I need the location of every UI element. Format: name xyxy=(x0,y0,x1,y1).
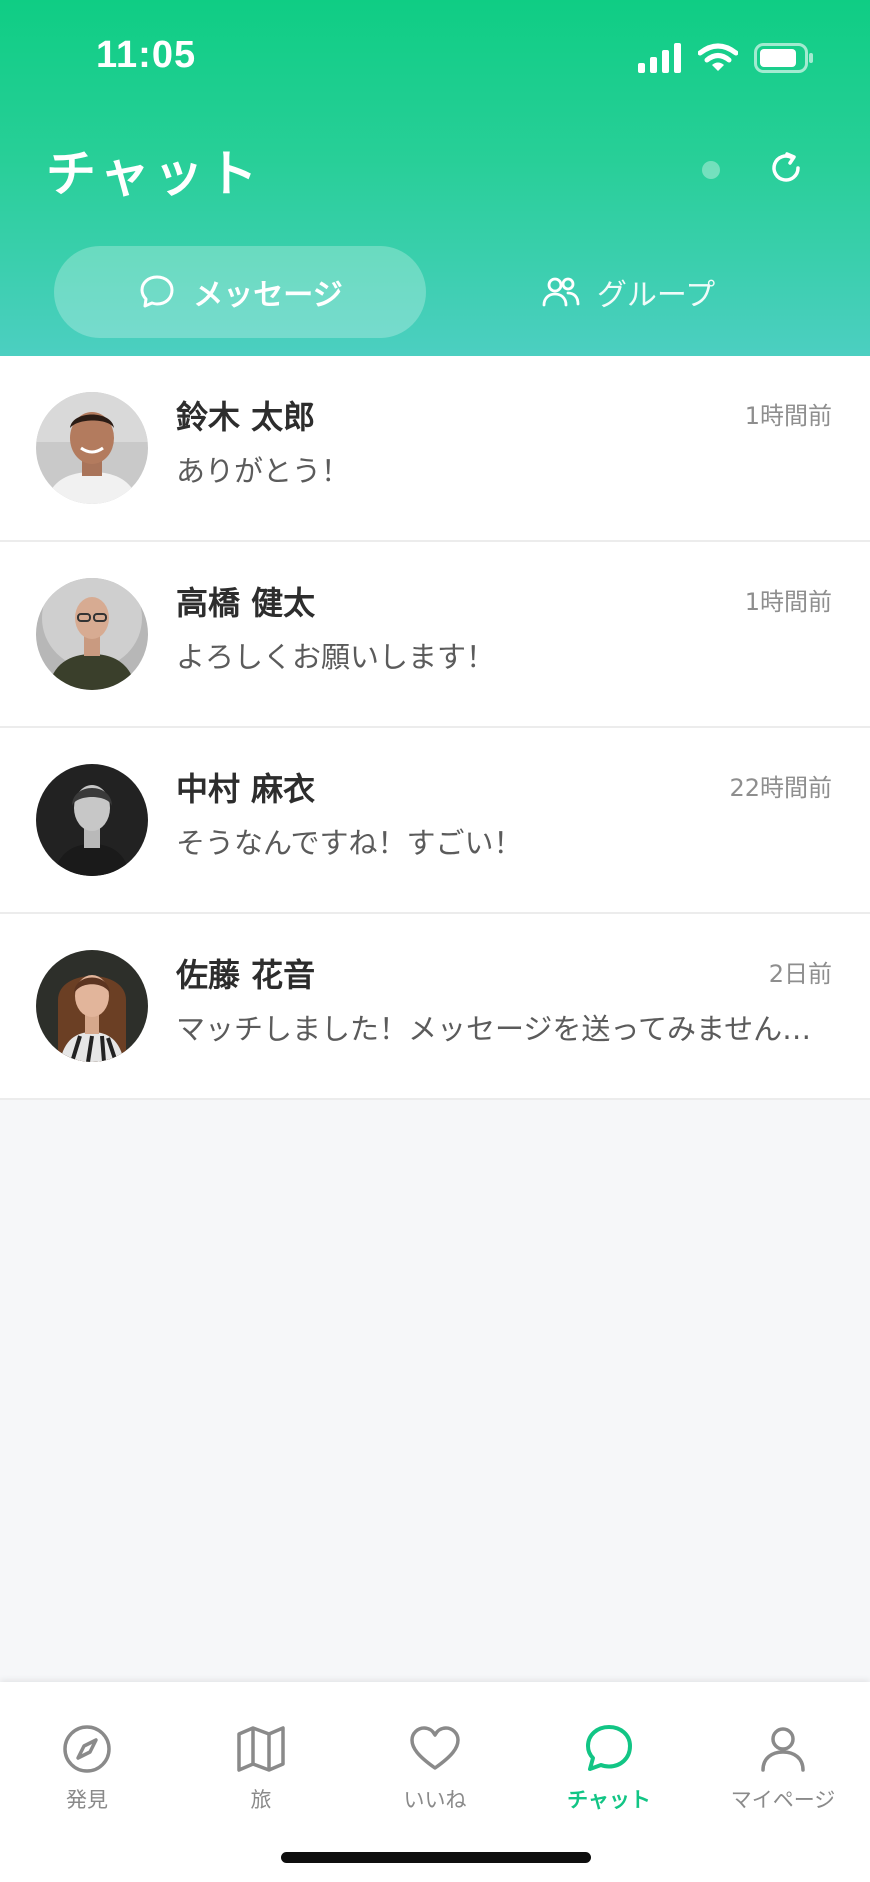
status-dot xyxy=(702,161,720,179)
page-title: チャット xyxy=(46,145,262,203)
conversation-row[interactable]: 鈴木 太郎 ありがとう！ 1時間前 xyxy=(0,356,870,542)
person-icon xyxy=(761,1727,805,1772)
contact-name: 佐藤 花音 xyxy=(176,956,316,994)
tab-mypage[interactable]: マイページ xyxy=(696,1722,870,1832)
wifi-icon xyxy=(698,43,738,71)
avatar xyxy=(36,392,148,504)
chat-bubble-icon xyxy=(140,275,174,308)
message-preview: ありがとう！ xyxy=(176,454,351,488)
message-preview: よろしくお願いします！ xyxy=(176,640,496,674)
cellular-signal-icon xyxy=(638,43,681,73)
home-indicator[interactable] xyxy=(281,1852,591,1863)
tab-trip-label: 旅 xyxy=(250,1788,272,1812)
conversation-row[interactable]: 佐藤 花音 マッチしました！メッセージを送ってみませんか？ 2日前 xyxy=(0,914,870,1100)
tab-chat-label: チャット xyxy=(567,1788,651,1812)
tab-likes-label: いいね xyxy=(403,1788,467,1812)
tab-messages[interactable]: メッセージ xyxy=(54,246,426,338)
message-preview: マッチしました！メッセージを送ってみませんか？ xyxy=(176,1012,826,1046)
tab-chat[interactable]: チャット xyxy=(522,1722,696,1832)
conversation-row[interactable]: 中村 麻衣 そうなんですね！すごい！ 22時間前 xyxy=(0,728,870,914)
message-time: 1時間前 xyxy=(744,588,832,616)
tab-messages-label: メッセージ xyxy=(193,278,343,313)
avatar xyxy=(36,950,148,1062)
avatar xyxy=(36,578,148,690)
refresh-icon[interactable] xyxy=(764,146,808,190)
compass-icon xyxy=(63,1725,111,1773)
contact-name: 中村 麻衣 xyxy=(176,770,316,808)
conversation-row[interactable]: 高橋 健太 よろしくお願いします！ 1時間前 xyxy=(0,542,870,728)
tab-discover[interactable]: 発見 xyxy=(0,1722,174,1832)
tab-groups-label: グループ xyxy=(596,278,716,313)
message-preview: そうなんですね！すごい！ xyxy=(176,826,523,860)
map-icon xyxy=(237,1726,285,1772)
contact-name: 鈴木 太郎 xyxy=(176,398,316,436)
status-icons xyxy=(638,42,814,74)
contact-name: 高橋 健太 xyxy=(176,584,316,622)
heart-icon xyxy=(410,1726,460,1770)
avatar xyxy=(36,764,148,876)
conversation-list: 鈴木 太郎 ありがとう！ 1時間前 高橋 健太 よろしくお願いします！ 1時間前 xyxy=(0,356,870,1100)
tab-mypage-label: マイページ xyxy=(730,1788,836,1812)
chat-tabs: メッセージ グループ xyxy=(54,246,814,338)
message-time: 2日前 xyxy=(768,960,832,988)
tab-trip[interactable]: 旅 xyxy=(174,1722,348,1832)
status-time: 11:05 xyxy=(96,34,197,76)
message-time: 1時間前 xyxy=(744,402,832,430)
chat-icon xyxy=(586,1725,632,1771)
tab-discover-label: 発見 xyxy=(66,1788,108,1812)
tab-likes[interactable]: いいね xyxy=(348,1722,522,1832)
header: 11:05 チャット メッセージ グループ xyxy=(0,0,870,356)
tab-groups[interactable]: グループ xyxy=(442,246,814,338)
battery-icon xyxy=(754,43,813,73)
message-time: 22時間前 xyxy=(729,774,832,802)
group-icon xyxy=(542,277,580,307)
